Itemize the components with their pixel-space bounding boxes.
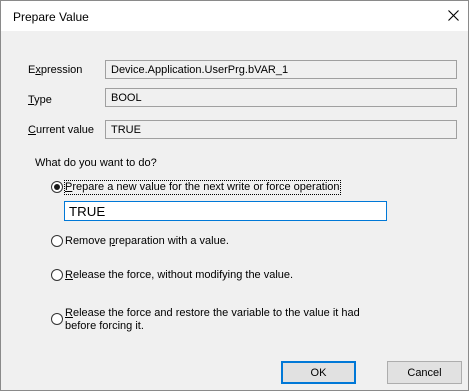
option-release-and-restore[interactable]: Release the force and restore the variab… bbox=[51, 307, 360, 333]
option-release-force[interactable]: Release the force, without modifying the… bbox=[51, 269, 293, 282]
close-icon bbox=[448, 10, 459, 21]
option-label: Remove preparation with a value. bbox=[65, 235, 229, 247]
option-label: Release the force, without modifying the… bbox=[65, 269, 294, 281]
option-label: Prepare a new value for the next write o… bbox=[64, 180, 341, 195]
new-value-input[interactable] bbox=[64, 201, 387, 221]
option-label: Release the force and restore the variab… bbox=[65, 307, 360, 332]
prepare-value-dialog: Prepare Value Expression Device.Applicat… bbox=[0, 0, 469, 391]
radio-selected-icon[interactable] bbox=[51, 181, 63, 193]
option-remove-preparation[interactable]: Remove preparation with a value. bbox=[51, 235, 229, 248]
title-bar: Prepare Value bbox=[1, 1, 468, 31]
close-button[interactable] bbox=[438, 1, 468, 31]
dialog-body: Expression Device.Application.UserPrg.bV… bbox=[1, 31, 468, 390]
current-value-label: Current value bbox=[28, 124, 95, 136]
expression-label: Expression bbox=[28, 64, 83, 76]
ok-button[interactable]: OK bbox=[281, 361, 356, 384]
current-value-field[interactable]: TRUE bbox=[105, 120, 457, 139]
radio-unselected-icon[interactable] bbox=[51, 269, 63, 281]
cancel-button[interactable]: Cancel bbox=[387, 361, 462, 384]
type-label: Type bbox=[28, 94, 52, 106]
dialog-title: Prepare Value bbox=[13, 10, 89, 24]
radio-unselected-icon[interactable] bbox=[51, 235, 63, 247]
option-prepare-new-value[interactable]: Prepare a new value for the next write o… bbox=[51, 180, 341, 195]
radio-unselected-icon[interactable] bbox=[51, 313, 63, 325]
type-field[interactable]: BOOL bbox=[105, 88, 457, 107]
question-text: What do you want to do? bbox=[35, 157, 157, 169]
expression-field[interactable]: Device.Application.UserPrg.bVAR_1 bbox=[105, 60, 457, 79]
